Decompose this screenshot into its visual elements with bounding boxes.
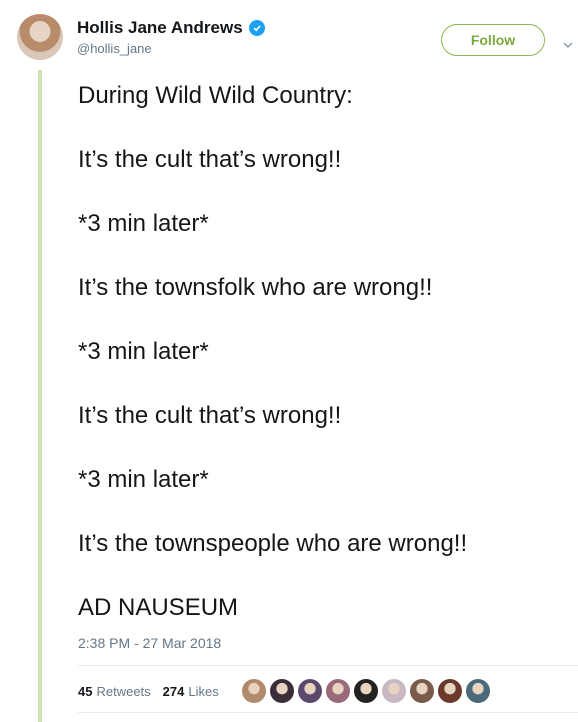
- liker-avatar[interactable]: [464, 678, 491, 704]
- retweets-count: 45: [78, 683, 93, 699]
- divider: [78, 665, 578, 666]
- liker-avatar[interactable]: [240, 678, 267, 704]
- tweet-stats: 45 Retweets 274 Likes: [78, 678, 493, 704]
- tweet-line: *3 min later*: [78, 210, 209, 237]
- liker-avatar[interactable]: [408, 678, 435, 704]
- tweet-line: It’s the cult that’s wrong!!: [78, 402, 342, 429]
- liker-avatar[interactable]: [352, 678, 379, 704]
- likes-stat[interactable]: 274 Likes: [163, 684, 219, 699]
- liker-avatar[interactable]: [296, 678, 323, 704]
- tweet-header: Hollis Jane Andrews @hollis_jane: [77, 18, 265, 56]
- likers-avatars: [240, 678, 493, 704]
- likes-count: 274: [162, 683, 185, 699]
- follow-button[interactable]: Follow: [441, 24, 545, 56]
- likes-label: Likes: [188, 683, 219, 699]
- tweet-line: *3 min later*: [78, 466, 209, 493]
- chevron-down-icon[interactable]: [563, 36, 573, 54]
- user-handle[interactable]: @hollis_jane: [77, 41, 265, 56]
- liker-avatar[interactable]: [324, 678, 351, 704]
- tweet-line: It’s the townsfolk who are wrong!!: [78, 274, 433, 301]
- liker-avatar[interactable]: [436, 678, 463, 704]
- tweet-text: During Wild Wild Country: It’s the cult …: [78, 80, 568, 656]
- retweets-label: Retweets: [96, 683, 151, 699]
- tweet-timestamp[interactable]: 2:38 PM - 27 Mar 2018: [78, 635, 221, 651]
- user-avatar[interactable]: [17, 14, 63, 60]
- liker-avatar[interactable]: [380, 678, 407, 704]
- verified-badge-icon: [248, 20, 265, 36]
- tweet-line: It’s the townspeople who are wrong!!: [78, 530, 468, 557]
- thread-line: [38, 70, 42, 722]
- divider: [78, 712, 578, 713]
- display-name[interactable]: Hollis Jane Andrews: [77, 18, 243, 38]
- tweet-line: During Wild Wild Country:: [78, 82, 353, 109]
- tweet-line: *3 min later*: [78, 338, 209, 365]
- liker-avatar[interactable]: [268, 678, 295, 704]
- retweets-stat[interactable]: 45 Retweets: [78, 684, 151, 699]
- tweet-line: It’s the cult that’s wrong!!: [78, 146, 342, 173]
